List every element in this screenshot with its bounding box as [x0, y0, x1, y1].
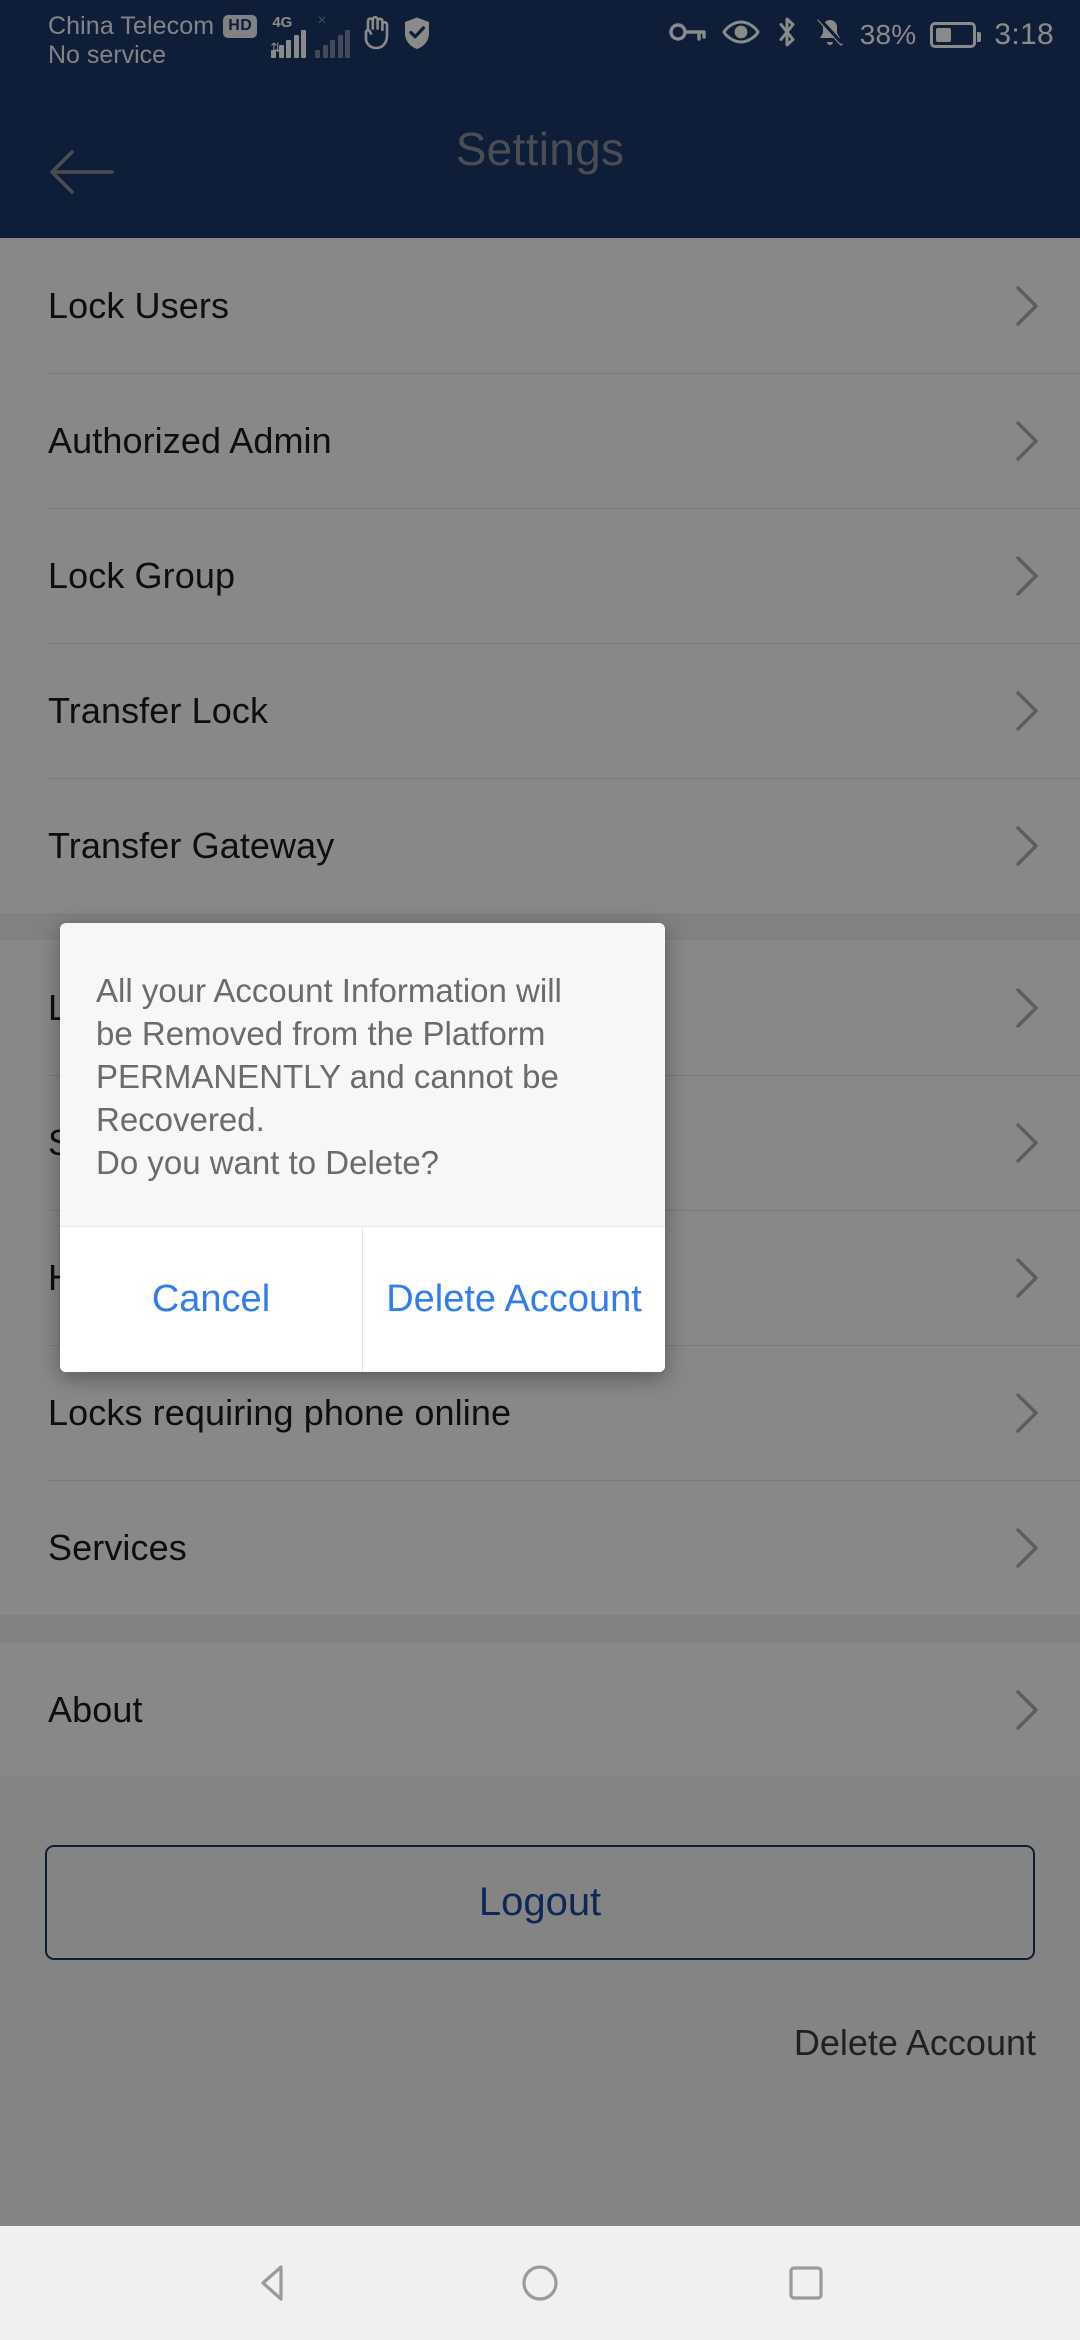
vpn-key-icon — [668, 18, 708, 51]
settings-group-three: About — [0, 1642, 1080, 1777]
carrier-info: China Telecom HD No service — [48, 12, 258, 69]
row-label: Authorized Admin — [48, 419, 332, 461]
delete-account-button[interactable]: Delete Account — [362, 1227, 665, 1373]
carrier-name: China Telecom — [48, 12, 215, 40]
hd-badge-icon: HD — [223, 14, 258, 38]
row-label: Locks requiring phone online — [48, 1391, 512, 1433]
logout-button[interactable]: Logout — [45, 1845, 1035, 1960]
sidebar-item-transfer-gateway[interactable]: Transfer Gateway — [0, 778, 1080, 913]
signal-indicators: 4G ⇅ × 4G — [270, 12, 351, 58]
page-title: Settings — [455, 123, 625, 175]
group-divider — [0, 1615, 1080, 1642]
chevron-right-icon — [1014, 1392, 1040, 1434]
dialog-actions: Cancel Delete Account — [60, 1226, 665, 1373]
delete-account-link[interactable]: Delete Account — [794, 2022, 1036, 2064]
chevron-right-icon — [1014, 420, 1040, 462]
shield-check-icon — [402, 12, 432, 50]
row-label: Services — [48, 1526, 187, 1568]
chevron-right-icon — [1014, 285, 1040, 327]
no-signal-x-icon: × — [317, 12, 327, 29]
sidebar-item-authorized-admin[interactable]: Authorized Admin — [0, 373, 1080, 508]
no-service-label: No service — [48, 41, 167, 69]
row-label: Lock Group — [48, 554, 236, 596]
chevron-right-icon — [1014, 1122, 1040, 1164]
cancel-button[interactable]: Cancel — [60, 1227, 362, 1373]
sidebar-item-about[interactable]: About — [0, 1642, 1080, 1777]
data-transfer-arrows-icon: ⇅ — [270, 40, 282, 55]
hand-gesture-icon — [361, 12, 391, 50]
chevron-right-icon — [1014, 555, 1040, 597]
app-bar: Settings — [0, 72, 1080, 238]
signal-bars-sim1-icon: 4G ⇅ — [270, 14, 307, 58]
sidebar-item-services[interactable]: Services — [0, 1480, 1080, 1615]
chevron-right-icon — [1014, 1689, 1040, 1731]
status-bar: China Telecom HD No service 4G ⇅ × 4G — [0, 0, 1080, 72]
nav-back-icon[interactable] — [239, 2248, 309, 2318]
chevron-right-icon — [1014, 690, 1040, 732]
phone-screen: China Telecom HD No service 4G ⇅ × 4G — [0, 0, 1080, 2340]
status-bar-right: 38% 3:18 — [668, 12, 1054, 53]
row-label: Transfer Lock — [48, 689, 269, 731]
logout-button-label: Logout — [478, 1880, 602, 1924]
eye-icon — [722, 18, 760, 51]
sidebar-item-lock-group[interactable]: Lock Group — [0, 508, 1080, 643]
sidebar-item-transfer-lock[interactable]: Transfer Lock — [0, 643, 1080, 778]
chevron-right-icon — [1014, 1527, 1040, 1569]
clock-label: 3:18 — [994, 17, 1054, 51]
status-bar-left: China Telecom HD No service 4G ⇅ × 4G — [48, 12, 432, 69]
chevron-right-icon — [1014, 1257, 1040, 1299]
row-label: Lock Users — [48, 284, 230, 326]
notifications-muted-icon — [814, 16, 846, 53]
network-type-label: 4G — [272, 14, 293, 31]
row-label: Transfer Gateway — [48, 824, 335, 866]
chevron-right-icon — [1014, 987, 1040, 1029]
settings-group-one: Lock Users Authorized Admin Lock Group T… — [0, 238, 1080, 913]
nav-home-icon[interactable] — [505, 2248, 575, 2318]
bluetooth-icon — [774, 16, 800, 53]
battery-percent-label: 38% — [859, 18, 917, 50]
android-navigation-bar — [0, 2226, 1080, 2340]
dialog-message: All your Account Information will be Rem… — [96, 972, 562, 1181]
delete-account-dialog: All your Account Information will be Rem… — [60, 923, 665, 1373]
sidebar-item-lock-users[interactable]: Lock Users — [0, 238, 1080, 373]
chevron-right-icon — [1014, 825, 1040, 867]
battery-icon — [930, 21, 982, 48]
nav-recents-icon[interactable] — [771, 2248, 841, 2318]
signal-bars-sim2-icon: × 4G — [315, 12, 351, 58]
row-label: About — [48, 1688, 143, 1730]
